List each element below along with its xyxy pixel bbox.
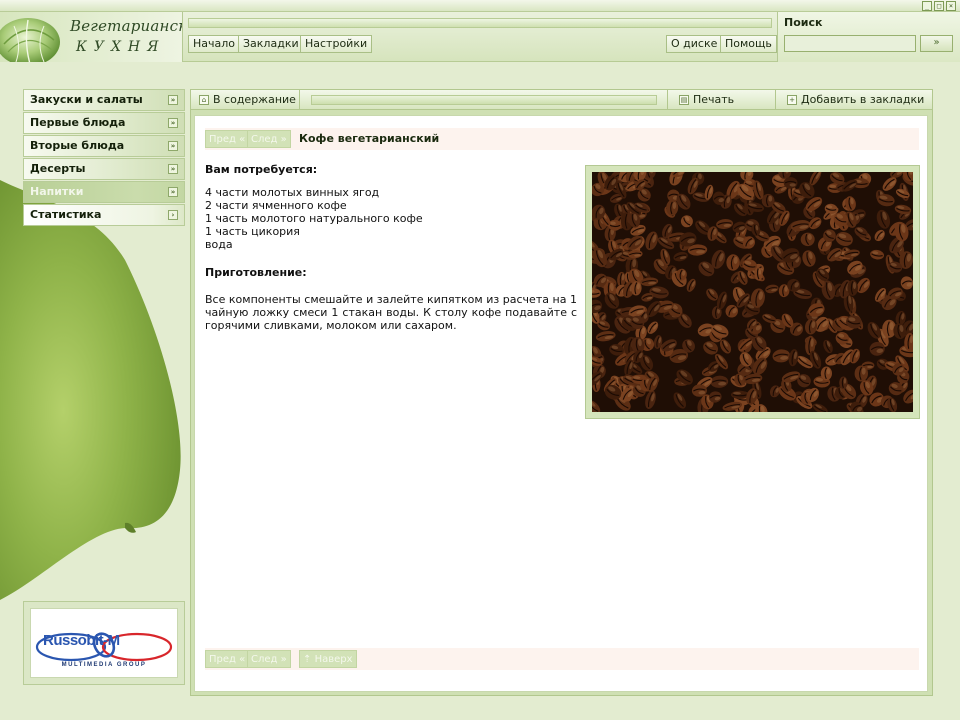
prev-button[interactable]: Пред « [205, 130, 250, 148]
recipe-nav-bottom: Пред « След » ⇡ Наверх [205, 648, 919, 670]
app-header: Вегетарианская КУХНЯ Начало Закладки Нас… [0, 12, 960, 62]
expand-icon: » [168, 164, 178, 174]
expand-icon: › [168, 210, 178, 220]
next-button[interactable]: След » [247, 130, 291, 148]
list-item: 1 часть молотого натурального кофе [205, 212, 423, 225]
recipe-toolbar: ⌂ В содержание ▤ Печать + Добавить в зак… [191, 90, 932, 110]
to-top-button[interactable]: ⇡ Наверх [299, 650, 357, 668]
arrow-left-icon: « [239, 134, 246, 145]
recipe-nav-top: Пред « След » Кофе вегетарианский [205, 128, 919, 150]
arrow-right-icon: » [280, 134, 287, 145]
start-button[interactable]: Начало [188, 35, 241, 53]
ingredients-list: 4 части молотых винных ягод 2 части ячме… [205, 186, 423, 251]
publisher-logo[interactable]: Russobit-M MULTIMEDIA GROUP [30, 608, 178, 678]
to-contents-button[interactable]: ⌂ В содержание [193, 91, 296, 109]
sidebar-item-label: Первые блюда [30, 116, 126, 129]
category-sidebar: Закуски и салаты » Первые блюда » Вторые… [23, 89, 185, 227]
print-button[interactable]: ▤ Печать [673, 91, 734, 109]
next-label: След [251, 134, 278, 145]
to-contents-label: В содержание [213, 93, 296, 106]
to-top-label: Наверх [314, 654, 353, 665]
bookmark-add-icon: + [787, 95, 797, 105]
recipe-photo-frame [585, 165, 920, 419]
sidebar-item-first-courses[interactable]: Первые блюда » [23, 112, 185, 134]
sidebar-item-label: Десерты [30, 162, 86, 175]
maximize-icon[interactable]: □ [934, 1, 944, 11]
brand-name: Russobit-M [43, 632, 120, 649]
list-item: 4 части молотых винных ягод [205, 186, 380, 199]
prev-button-bottom[interactable]: Пред « [205, 650, 250, 668]
sidebar-item-main-courses[interactable]: Вторые блюда » [23, 135, 185, 157]
toolbar-divider [299, 90, 300, 110]
list-item: вода [205, 238, 233, 251]
arrow-left-icon: « [239, 654, 246, 665]
window-title-bar: _ □ × [0, 0, 960, 12]
preparation-heading: Приготовление: [205, 266, 307, 279]
add-bookmark-button[interactable]: + Добавить в закладки [781, 91, 924, 109]
preparation-text: Все компоненты смешайте и залейте кипятк… [205, 293, 577, 332]
next-label: След [251, 654, 278, 665]
search-panel: Поиск » [777, 12, 960, 62]
sidebar-item-appetizers[interactable]: Закуски и салаты » [23, 89, 185, 111]
search-input[interactable] [784, 35, 916, 52]
expand-icon: » [168, 95, 178, 105]
print-label: Печать [693, 93, 735, 106]
toolbar-decor-strip [311, 95, 657, 105]
sidebar-item-label: Статистика [30, 208, 102, 221]
about-disk-button[interactable]: О диске [666, 35, 723, 53]
help-button[interactable]: Помощь [720, 35, 777, 53]
header-decor-strip [188, 18, 772, 28]
sidebar-item-statistics[interactable]: Статистика › [23, 204, 185, 226]
expand-icon: » [168, 118, 178, 128]
window-controls: _ □ × [922, 1, 956, 11]
recipe-content: Пред « След » Кофе вегетарианский Вам по… [194, 115, 928, 692]
bookmarks-button[interactable]: Закладки [238, 35, 304, 53]
cabbage-icon [0, 18, 60, 62]
sidebar-item-label: Напитки [30, 185, 84, 198]
arrow-right-icon: » [280, 654, 287, 665]
prev-label: Пред [209, 134, 236, 145]
logo-title: Вегетарианская [70, 17, 182, 35]
app-logo[interactable]: Вегетарианская КУХНЯ [0, 12, 183, 62]
expand-icon: » [168, 141, 178, 151]
minimize-icon[interactable]: _ [922, 1, 932, 11]
expand-icon: » [168, 187, 178, 197]
brand-tagline: MULTIMEDIA GROUP [61, 662, 147, 668]
toolbar-divider [775, 90, 776, 110]
ingredients-heading: Вам потребуется: [205, 163, 318, 176]
arrow-up-icon: ⇡ [303, 654, 312, 665]
search-title: Поиск [784, 16, 823, 29]
publisher-logo-box: Russobit-M MULTIMEDIA GROUP [23, 601, 185, 685]
sidebar-item-desserts[interactable]: Десерты » [23, 158, 185, 180]
list-item: 1 часть цикория [205, 225, 300, 238]
list-item: 2 части ячменного кофе [205, 199, 347, 212]
logo-subtitle: КУХНЯ [76, 39, 166, 55]
add-bookmark-label: Добавить в закладки [801, 93, 925, 106]
sidebar-item-drinks[interactable]: Напитки » [23, 181, 185, 203]
arrow-right-icon: » [933, 37, 940, 48]
search-go-button[interactable]: » [920, 35, 953, 52]
sidebar-item-label: Закуски и салаты [30, 93, 143, 106]
recipe-title: Кофе вегетарианский [299, 132, 440, 145]
recipe-panel: ⌂ В содержание ▤ Печать + Добавить в зак… [190, 89, 933, 696]
sidebar-item-label: Вторые блюда [30, 139, 125, 152]
settings-button[interactable]: Настройки [300, 35, 373, 53]
coffee-beans-photo [592, 172, 913, 412]
close-icon[interactable]: × [946, 1, 956, 11]
next-button-bottom[interactable]: След » [247, 650, 291, 668]
printer-icon: ▤ [679, 95, 689, 105]
prev-label: Пред [209, 654, 236, 665]
home-icon: ⌂ [199, 95, 209, 105]
toolbar-divider [667, 90, 668, 110]
